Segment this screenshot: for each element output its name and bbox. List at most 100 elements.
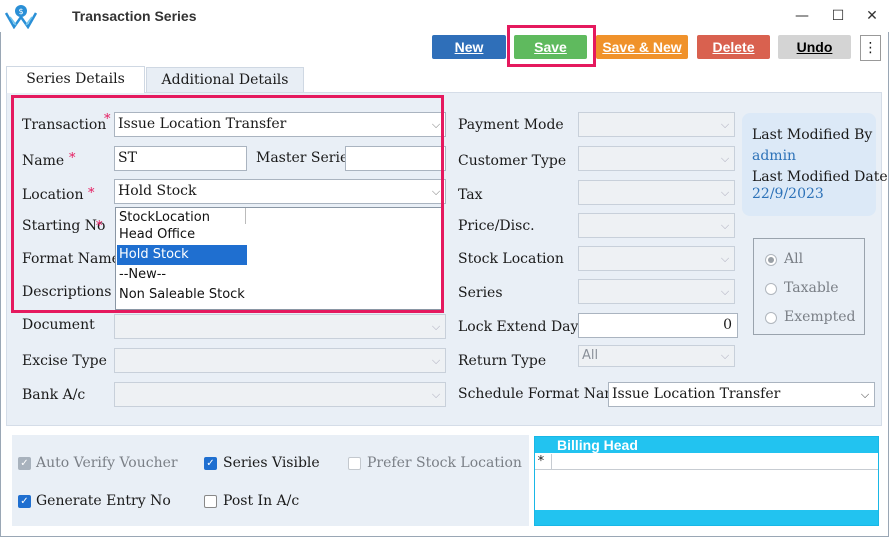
chevron-down-icon[interactable]: ⌵ [718, 247, 732, 270]
last-modified-by-label: Last Modified By [752, 127, 873, 143]
chevron-down-icon[interactable]: ⌵ [718, 113, 732, 136]
auto-verify-voucher-checkbox[interactable]: ✓ [18, 457, 31, 470]
chevron-down-icon[interactable]: ⌵ [718, 181, 732, 204]
bank-ac-label: Bank A/c [22, 387, 86, 403]
app-logo-icon: $ [4, 3, 38, 30]
prefer-stock-location-checkbox[interactable] [348, 457, 361, 470]
chevron-down-icon[interactable]: ⌵ [858, 383, 872, 406]
location-value: Hold Stock [118, 183, 197, 199]
radio-taxable[interactable] [765, 283, 777, 295]
format-name-label: Format Name [22, 251, 120, 267]
svg-text:$: $ [18, 7, 23, 16]
chevron-down-icon[interactable]: ⌵ [718, 346, 732, 366]
transaction-label: Transaction [22, 117, 107, 133]
schedule-format-name-value: Issue Location Transfer [612, 386, 781, 402]
tax-label: Tax [458, 187, 483, 203]
minimize-button[interactable]: — [791, 6, 813, 26]
new-button[interactable]: New [432, 35, 506, 59]
lock-extend-days-input[interactable]: 0 [578, 313, 738, 338]
return-type-select[interactable]: All ⌵ [578, 345, 735, 367]
location-option-selected[interactable]: Hold Stock [117, 245, 247, 265]
document-select[interactable]: ⌵ [114, 314, 446, 339]
payment-mode-label: Payment Mode [458, 117, 564, 133]
check-icon: ✓ [20, 496, 29, 507]
list-divider [245, 208, 246, 224]
radio-exempted[interactable] [765, 312, 777, 324]
name-label: Name [22, 153, 65, 169]
post-in-ac-checkbox[interactable] [204, 495, 217, 508]
starting-no-label: Starting No [22, 218, 106, 234]
location-select[interactable]: Hold Stock ⌵ [114, 179, 446, 204]
series-select[interactable]: ⌵ [578, 279, 735, 304]
chevron-down-icon[interactable]: ⌵ [429, 383, 443, 406]
new-row-marker: * [535, 454, 552, 470]
save-and-new-button[interactable]: Save & New [596, 35, 688, 59]
radio-exempted-label: Exempted [784, 309, 856, 325]
stock-location-label: Stock Location [458, 251, 564, 267]
return-type-value: All [582, 348, 599, 363]
lock-extend-days-label: Lock Extend Days [458, 319, 586, 335]
generate-entry-no-checkbox[interactable]: ✓ [18, 495, 31, 508]
transaction-value: Issue Location Transfer [118, 116, 287, 132]
required-marker: * [104, 112, 111, 127]
table-row[interactable]: * [535, 454, 878, 470]
location-label: Location [22, 187, 84, 203]
more-options-button[interactable]: ⋮ [860, 35, 881, 61]
options-panel [12, 435, 529, 526]
location-option[interactable]: --New-- [117, 265, 247, 285]
chevron-down-icon[interactable]: ⌵ [429, 315, 443, 338]
series-label: Series [458, 285, 503, 301]
chevron-down-icon[interactable]: ⌵ [718, 214, 732, 237]
schedule-format-name-select[interactable]: Issue Location Transfer ⌵ [608, 382, 875, 407]
chevron-down-icon[interactable]: ⌵ [429, 180, 443, 203]
billing-head-grid[interactable]: Billing Head * [534, 436, 879, 526]
chevron-down-icon[interactable]: ⌵ [718, 280, 732, 303]
bank-ac-select[interactable]: ⌵ [114, 382, 446, 407]
document-label: Document [22, 317, 95, 333]
required-marker: * [96, 219, 103, 234]
chevron-down-icon[interactable]: ⌵ [429, 349, 443, 372]
tab-additional-details[interactable]: Additional Details [146, 67, 304, 92]
excise-type-label: Excise Type [22, 353, 107, 369]
chevron-down-icon[interactable]: ⌵ [429, 113, 443, 136]
check-icon: ✓ [206, 458, 215, 469]
radio-taxable-label: Taxable [784, 280, 839, 296]
generate-entry-no-label: Generate Entry No [36, 493, 171, 509]
customer-type-select[interactable]: ⌵ [578, 146, 735, 171]
window-title: Transaction Series [72, 8, 197, 24]
auto-verify-voucher-label: Auto Verify Voucher [36, 455, 178, 471]
series-visible-checkbox[interactable]: ✓ [204, 457, 217, 470]
price-disc-select[interactable]: ⌵ [578, 213, 735, 238]
transaction-select[interactable]: Issue Location Transfer ⌵ [114, 112, 446, 137]
billing-head-header: Billing Head [535, 437, 878, 453]
customer-type-label: Customer Type [458, 153, 567, 169]
maximize-button[interactable]: ☐ [827, 6, 849, 26]
master-series-label: Master Series [256, 150, 356, 166]
prefer-stock-location-label: Prefer Stock Location [367, 455, 522, 471]
title-bar: $ Transaction Series — ☐ ✕ [0, 0, 889, 32]
last-modified-date-label: Last Modified Date [752, 169, 888, 185]
required-marker: * [69, 151, 76, 166]
price-disc-label: Price/Disc. [458, 218, 535, 234]
master-series-input[interactable] [345, 146, 446, 171]
tax-select[interactable]: ⌵ [578, 180, 735, 205]
name-input[interactable]: ST [114, 146, 247, 171]
post-in-ac-label: Post In A/c [223, 493, 300, 509]
excise-type-select[interactable]: ⌵ [114, 348, 446, 373]
check-icon: ✓ [20, 458, 29, 469]
chevron-down-icon[interactable]: ⌵ [718, 147, 732, 170]
descriptions-label: Descriptions [22, 284, 112, 300]
tab-series-details[interactable]: Series Details [6, 66, 145, 93]
radio-all[interactable] [765, 254, 777, 266]
undo-button[interactable]: Undo [778, 35, 851, 59]
close-button[interactable]: ✕ [861, 6, 883, 26]
series-visible-label: Series Visible [223, 455, 320, 471]
location-option[interactable]: Non Saleable Stock [117, 285, 247, 305]
stock-location-select[interactable]: ⌵ [578, 246, 735, 271]
payment-mode-select[interactable]: ⌵ [578, 112, 735, 137]
location-option[interactable]: Head Office [117, 225, 247, 245]
save-button-highlight [507, 25, 596, 67]
last-modified-by-value: admin [752, 148, 797, 164]
delete-button[interactable]: Delete [697, 35, 770, 59]
tax-filter-radio-group: All Taxable Exempted [753, 238, 865, 335]
